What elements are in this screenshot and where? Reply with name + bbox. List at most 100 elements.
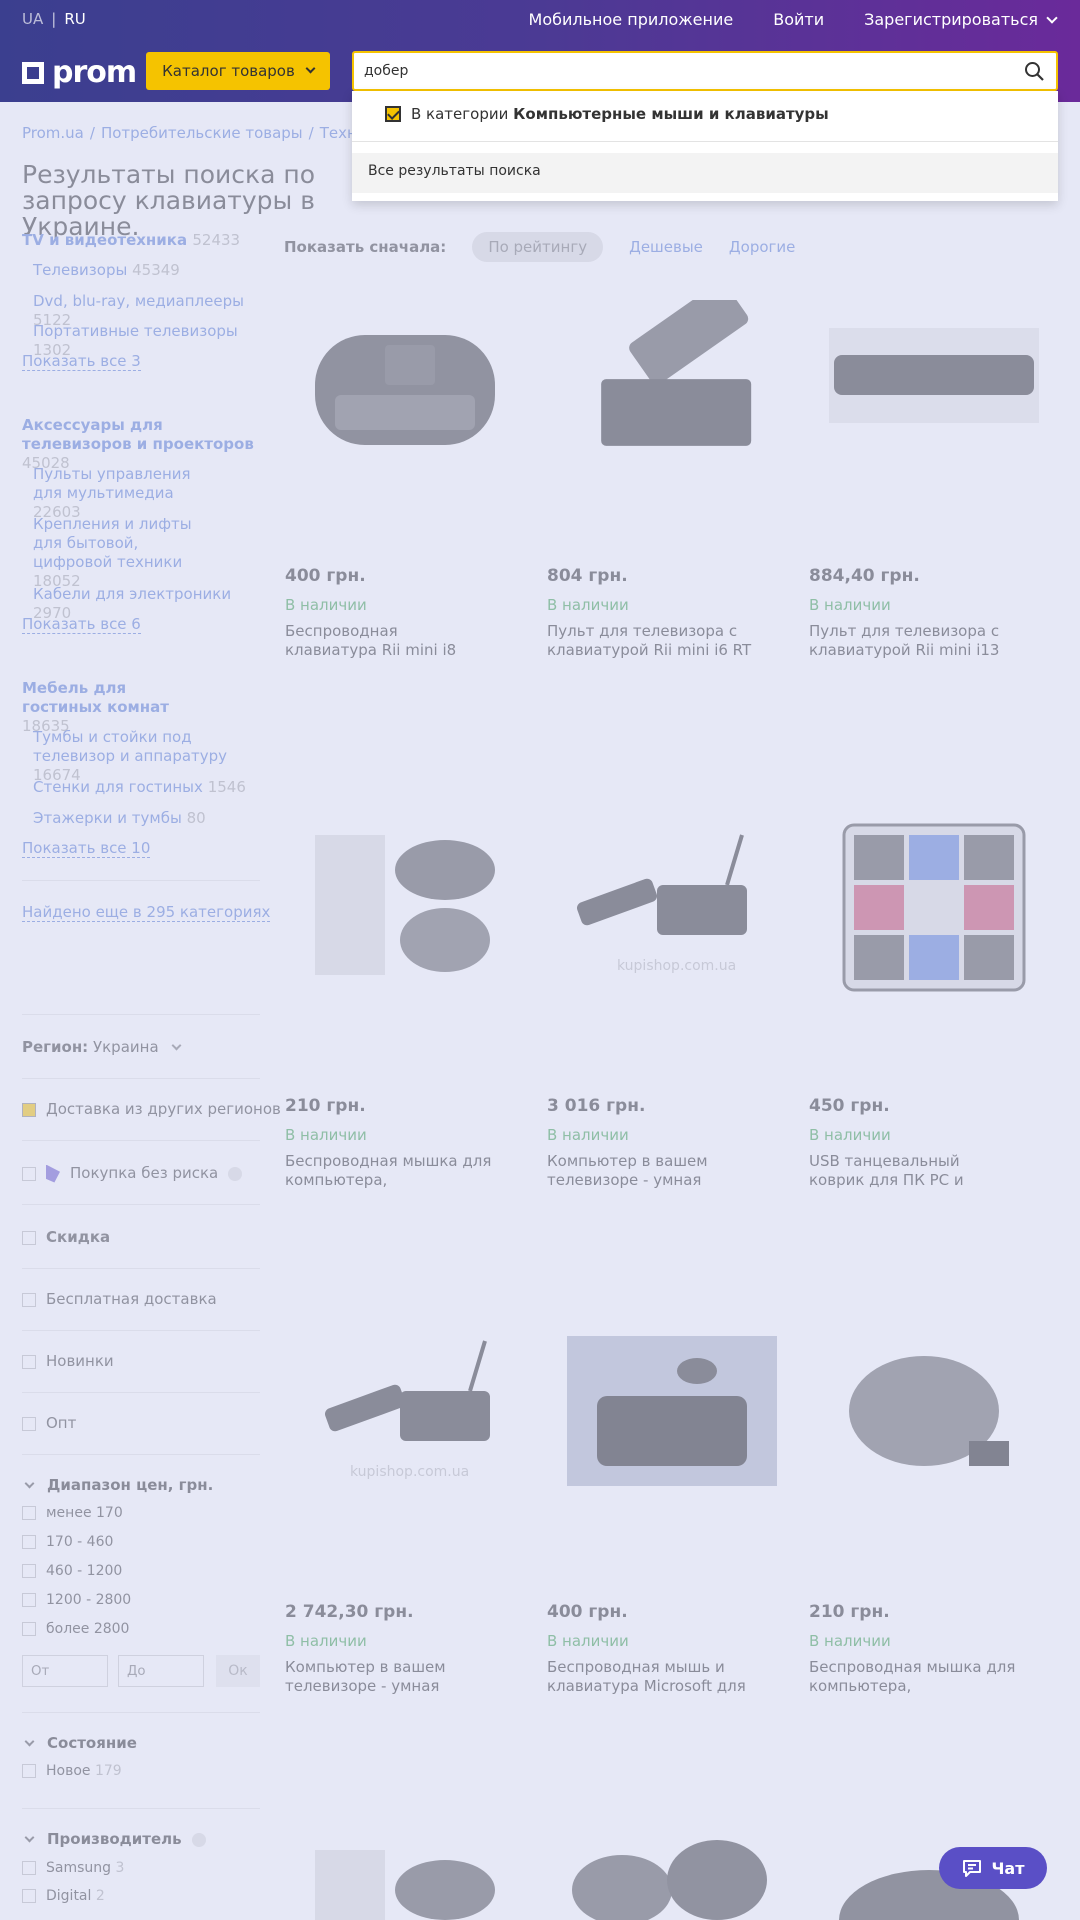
manufacturer-option[interactable]: Digital 2 (22, 1888, 105, 1904)
price-range-option[interactable]: менее 170 (22, 1505, 123, 1521)
price-from-input[interactable] (22, 1655, 108, 1687)
sort-cheap[interactable]: Дешевые (629, 238, 703, 256)
product-card[interactable]: 804 грн. В наличии Пульт для телевизора … (547, 282, 787, 660)
crumb-home[interactable]: Prom.ua (22, 124, 84, 142)
checkbox-icon[interactable] (22, 1292, 36, 1307)
condition-option[interactable]: Новое 179 (22, 1763, 122, 1779)
wireless-mouse-image (315, 835, 495, 975)
product-card[interactable]: 450 грн. В наличии USB танцевальный ковр… (809, 810, 1049, 1190)
price-ok-button[interactable]: Ок (216, 1655, 260, 1687)
register-link[interactable]: Зарегистрироваться (864, 10, 1058, 29)
price-range-option[interactable]: 170 - 460 (22, 1534, 113, 1550)
product-card[interactable]: 400 грн. В наличии Беспроводная мышь и к… (547, 1336, 787, 1696)
product-card[interactable]: 884,40 грн. В наличии Пульт для телевизо… (809, 300, 1049, 660)
search-suggestions: В категории Компьютерные мыши и клавиату… (352, 91, 1058, 201)
manufacturer-title[interactable]: Производитель (22, 1830, 206, 1848)
price-range-title[interactable]: Диапазон цен, грн. (22, 1476, 213, 1494)
checkbox-icon[interactable] (22, 1861, 36, 1875)
search-icon[interactable] (1024, 61, 1044, 81)
filter-label: Опт (46, 1414, 77, 1432)
all-results-link[interactable]: Все результаты поиска (352, 153, 1058, 193)
sidebar-subcategory[interactable]: Пульты управления для мультимедиа 22603 (33, 465, 213, 522)
product-title[interactable]: Беспроводная клавиатура Rii mini i8 2.4G… (285, 622, 493, 660)
checkbox-icon[interactable] (22, 1593, 36, 1607)
suggestion-category[interactable]: В категории Компьютерные мыши и клавиату… (385, 105, 829, 123)
subcategory-label: Кабели для электроники (33, 585, 232, 603)
price-to-input[interactable] (118, 1655, 204, 1687)
mobile-app-link[interactable]: Мобильное приложение (529, 10, 734, 29)
show-all-link[interactable]: Показать все 3 (22, 352, 141, 371)
wholesale-filter[interactable]: Опт (22, 1414, 76, 1432)
product-card[interactable]: 400 грн. В наличии Беспроводная клавиату… (285, 300, 525, 660)
free-delivery-filter[interactable]: Бесплатная доставка (22, 1290, 217, 1308)
catalog-button[interactable]: Каталог товаров (146, 52, 330, 90)
checkbox-icon[interactable] (22, 1230, 36, 1245)
product-price: 804 грн. (547, 566, 628, 586)
checkbox-icon[interactable] (22, 1166, 36, 1181)
price-range-option[interactable]: более 2800 (22, 1621, 129, 1637)
sort-expensive[interactable]: Дорогие (729, 238, 795, 256)
chevron-down-icon (1046, 12, 1058, 24)
prom-logo[interactable]: prom (22, 55, 137, 90)
checkbox-checked-icon[interactable] (22, 1102, 36, 1117)
sidebar-subcategory[interactable]: Телевизоры 45349 (33, 261, 273, 280)
delivery-other-regions-filter[interactable]: Доставка из других регионов (22, 1100, 281, 1118)
show-all-link[interactable]: Показать все 10 (22, 839, 151, 858)
chevron-down-icon (24, 1736, 35, 1747)
manufacturer-option[interactable]: Samsung 3 (22, 1860, 124, 1876)
new-items-filter[interactable]: Новинки (22, 1352, 114, 1370)
logo-text: prom (52, 55, 137, 90)
sidebar-subcategory[interactable]: Крепления и лифты для бытовой, цифровой … (33, 515, 213, 591)
lang-ua[interactable]: UA (22, 10, 43, 28)
catalog-label: Каталог товаров (162, 62, 295, 80)
category-title: TV и видеотехника (22, 231, 188, 249)
checkbox-icon[interactable] (22, 1416, 36, 1431)
product-title[interactable]: Беспроводная мышь и клавиатура Microsoft… (547, 1658, 755, 1696)
help-icon[interactable] (191, 1832, 206, 1847)
region-filter[interactable]: Регион: Украина (22, 1038, 182, 1056)
sidebar-category[interactable]: TV и видеотехника 52433 (22, 231, 240, 250)
sidebar-subcategory[interactable]: Стенки для гостиных 1546 (33, 778, 273, 797)
checkbox-icon[interactable] (22, 1764, 36, 1778)
stock-status: В наличии (547, 1632, 629, 1650)
product-title[interactable]: Беспроводная мышка для компьютера, (809, 1658, 1017, 1696)
product-price: 400 грн. (285, 566, 366, 586)
checkbox-icon[interactable] (22, 1535, 36, 1549)
show-all-link[interactable]: Показать все 6 (22, 615, 141, 634)
checkbox-icon[interactable] (22, 1506, 36, 1520)
product-title[interactable]: Компьютер в вашем телевизоре - умная при… (285, 1658, 493, 1696)
checkbox-icon[interactable] (22, 1564, 36, 1578)
product-title[interactable]: Пульт для телевизора с клавиатурой Rii m… (809, 622, 1017, 660)
sort-by-rating[interactable]: По рейтингу (472, 232, 604, 262)
product-title[interactable]: USB танцевальный коврик для ПК PC и теле… (809, 1152, 1017, 1190)
price-range-option[interactable]: 1200 - 2800 (22, 1592, 131, 1608)
search-input[interactable] (364, 53, 1004, 89)
language-switcher: UA | RU (22, 10, 86, 28)
product-title[interactable]: Пульт для телевизора с клавиатурой Rii m… (547, 622, 755, 660)
option-label: Digital (46, 1888, 92, 1904)
product-card[interactable]: kupishop.com.ua 3 016 грн. В наличии Ком… (547, 830, 787, 1190)
subcategory-label: Стенки для гостиных (33, 778, 203, 796)
product-title[interactable]: Компьютер в вашем телевизоре - умная при… (547, 1152, 755, 1190)
sidebar-subcategory[interactable]: Тумбы и стойки под телевизор и аппаратур… (33, 728, 273, 785)
login-link[interactable]: Войти (773, 10, 824, 29)
price-range-option[interactable]: 460 - 1200 (22, 1563, 122, 1579)
checkbox-checked-icon[interactable] (385, 106, 401, 122)
option-count: 3 (115, 1860, 125, 1876)
product-card[interactable]: 210 грн. В наличии Беспроводная мышка дл… (809, 1336, 1049, 1696)
crumb-consumer[interactable]: Потребительские товары (101, 124, 303, 142)
lang-ru[interactable]: RU (64, 10, 85, 28)
product-title[interactable]: Беспроводная мышка для компьютера, (285, 1152, 493, 1190)
checkbox-icon[interactable] (22, 1354, 36, 1369)
discount-filter[interactable]: Скидка (22, 1228, 110, 1246)
checkbox-icon[interactable] (22, 1889, 36, 1903)
product-card[interactable]: 210 грн. В наличии Беспроводная мышка дл… (285, 830, 525, 1190)
chat-button[interactable]: Чат (939, 1847, 1047, 1889)
condition-title[interactable]: Состояние (22, 1734, 137, 1752)
checkbox-icon[interactable] (22, 1622, 36, 1636)
sidebar-subcategory[interactable]: Этажерки и тумбы 80 (33, 809, 273, 828)
found-more-categories-link[interactable]: Найдено еще в 295 категориях (22, 903, 271, 922)
product-card[interactable]: kupishop.com.ua 2 742,30 грн. В наличии … (285, 1336, 525, 1696)
no-risk-filter[interactable]: Покупка без риска (22, 1164, 243, 1183)
help-icon[interactable] (228, 1166, 243, 1181)
